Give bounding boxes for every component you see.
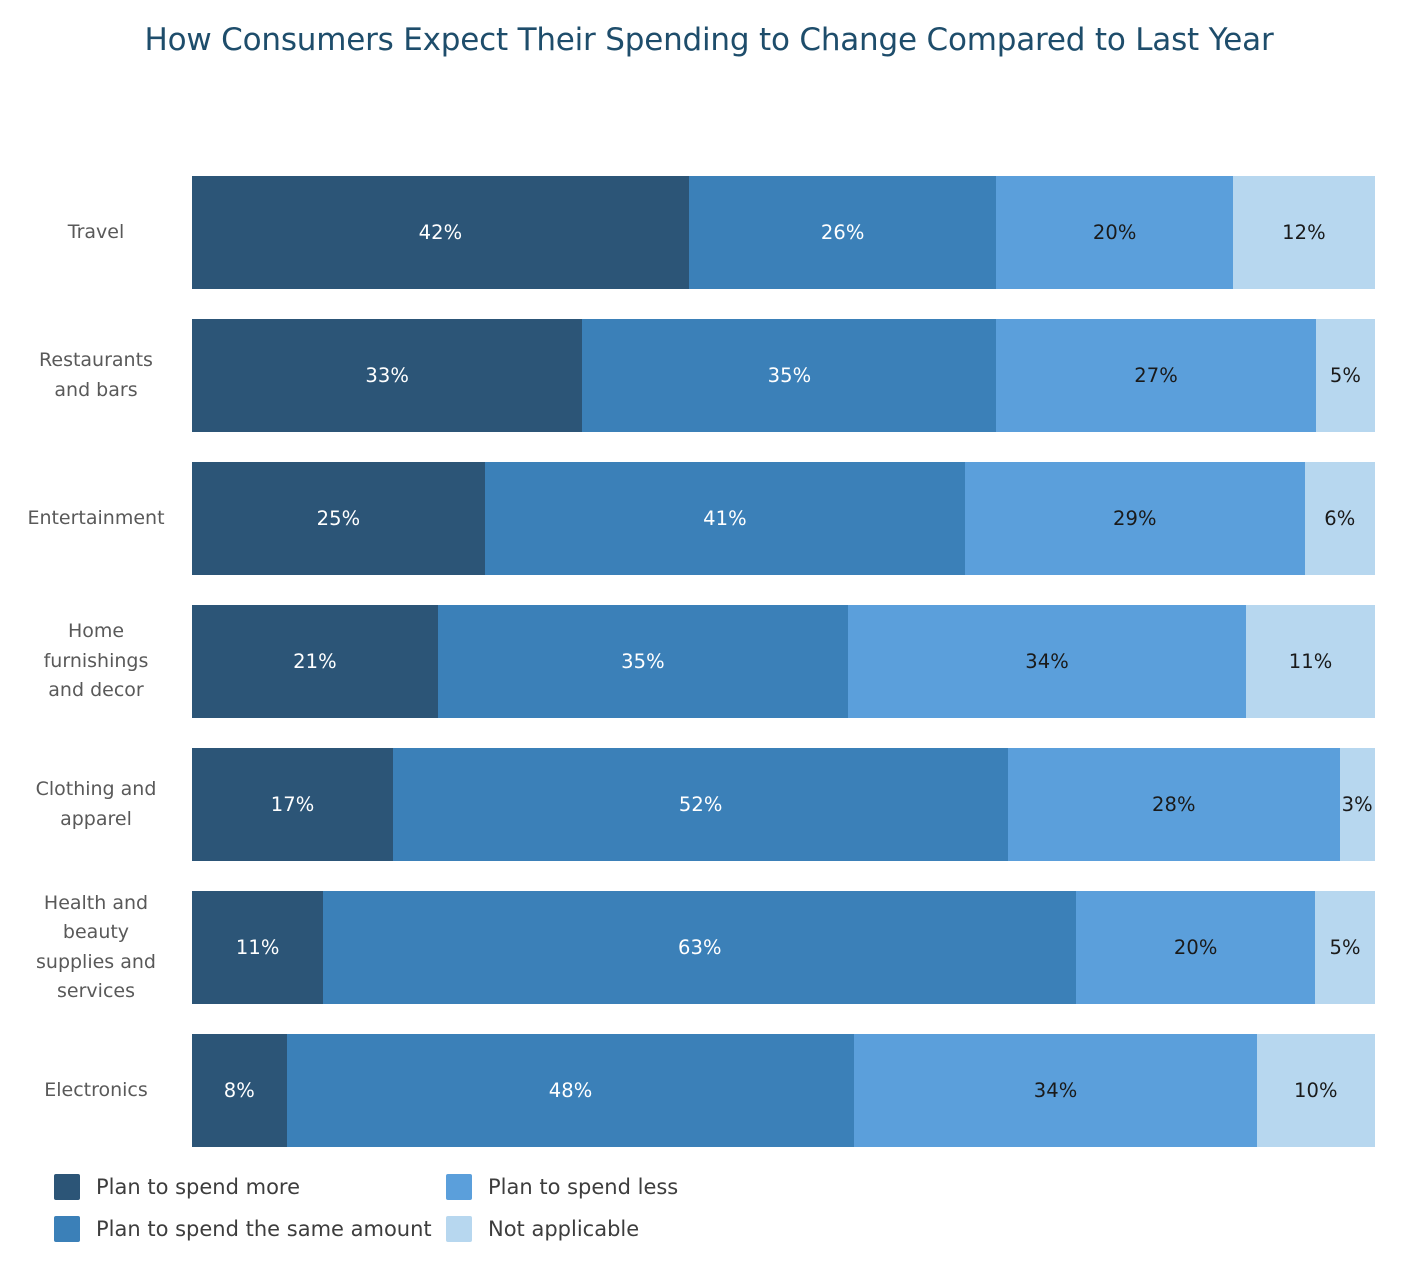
stacked-bar: 21% 35% 34% 11% (192, 605, 1375, 718)
bar-segment[interactable]: 52% (393, 748, 1009, 861)
legend-swatch-icon (54, 1216, 80, 1242)
bar-segment-value: 5% (1329, 936, 1361, 959)
bar-segment-value: 10% (1293, 1079, 1338, 1102)
bar-segment-value: 35% (621, 650, 665, 673)
legend-swatch-icon (446, 1216, 472, 1242)
legend-swatch-icon (446, 1174, 472, 1200)
bar-segment-value: 11% (1288, 650, 1333, 673)
bar-segment-value: 28% (1152, 793, 1196, 816)
bar-segment[interactable]: 10% (1256, 1034, 1375, 1147)
bar-segment-value: 52% (678, 793, 723, 816)
stacked-bar: 8% 48% 34% 10% (192, 1034, 1375, 1147)
bar-segment[interactable]: 41% (484, 462, 966, 575)
bar-segment[interactable]: 25% (192, 462, 485, 575)
bar-segment[interactable]: 12% (1233, 176, 1375, 289)
bar-segment[interactable]: 27% (996, 319, 1316, 432)
bar-segment-value: 17% (270, 793, 315, 816)
chart-row: Travel 42% 26% 20% 12% (0, 176, 1418, 289)
bar-segment[interactable]: 5% (1315, 319, 1375, 432)
stacked-bar: 33% 35% 27% 5% (192, 319, 1375, 432)
bar-segment-value: 33% (365, 364, 410, 387)
bar-segment-value: 34% (1025, 650, 1069, 673)
bar-segment[interactable]: 17% (192, 748, 394, 861)
bar-segment-value: 20% (1092, 221, 1137, 244)
bar-segment[interactable]: 3% (1339, 748, 1375, 861)
legend-item[interactable]: Plan to spend less (446, 1172, 678, 1202)
stacked-bar: 11% 63% 20% 5% (192, 891, 1375, 1004)
bar-segment-value: 25% (316, 507, 361, 530)
chart-legend: Plan to spend more Plan to spend the same… (54, 1166, 854, 1246)
bar-segment[interactable]: 8% (192, 1034, 287, 1147)
legend-label: Plan to spend the same amount (96, 1217, 432, 1241)
bar-segment[interactable]: 11% (1246, 605, 1375, 718)
bar-segment[interactable]: 35% (437, 605, 848, 718)
bar-segment-value: 63% (678, 936, 722, 959)
bar-segment[interactable]: 63% (323, 891, 1077, 1004)
bar-segment[interactable]: 26% (688, 176, 997, 289)
bar-segment-value: 8% (223, 1079, 255, 1102)
bar-segment[interactable]: 5% (1315, 891, 1375, 1004)
category-label: Travel (67, 220, 125, 243)
bar-segment[interactable]: 34% (847, 605, 1247, 718)
bar-segment-value: 27% (1134, 364, 1178, 387)
stacked-bar: 25% 41% 29% 6% (192, 462, 1375, 575)
bar-segment-value: 26% (820, 221, 865, 244)
category-label: Entertainment (27, 506, 165, 529)
bar-segment[interactable]: 20% (996, 176, 1234, 289)
legend-label: Plan to spend more (96, 1175, 301, 1199)
chart-row: Home furnishings and decor 21% 35% 34% 11% (0, 605, 1418, 718)
chart-row: Restaurants and bars 33% 35% 27% 5% (0, 319, 1418, 432)
bar-segment-value: 11% (235, 936, 280, 959)
chart-row: Health and beauty supplies and services 11% 6… (0, 891, 1418, 1004)
category-label: Clothing and apparel (35, 778, 157, 830)
category-label: Electronics (44, 1078, 148, 1101)
bar-segment[interactable]: 20% (1076, 891, 1316, 1004)
category-label: Home furnishings and decor (43, 620, 149, 702)
bar-segment[interactable]: 21% (192, 605, 438, 718)
bar-segment-value: 5% (1329, 364, 1361, 387)
bar-segment-value: 3% (1341, 793, 1373, 816)
chart-row: Entertainment 25% 41% 29% 6% (0, 462, 1418, 575)
chart-page: How Consumers Expect Their Spending to C… (0, 0, 1418, 1264)
legend-label: Plan to spend less (488, 1175, 679, 1199)
bar-segment-value: 12% (1282, 221, 1326, 244)
category-label: Health and beauty supplies and services (36, 891, 156, 1002)
chart-row: Clothing and apparel 17% 52% 28% 3% (0, 748, 1418, 861)
bar-segment-value: 29% (1113, 507, 1157, 530)
bar-segment-value: 48% (548, 1079, 593, 1102)
category-label: Restaurants and bars (39, 349, 153, 401)
bar-segment[interactable]: 48% (286, 1034, 855, 1147)
bar-segment[interactable]: 34% (854, 1034, 1257, 1147)
stacked-bar: 42% 26% 20% 12% (192, 176, 1375, 289)
legend-item[interactable]: Plan to spend the same amount (54, 1214, 432, 1244)
bar-segment[interactable]: 33% (192, 319, 583, 432)
legend-label: Not applicable (488, 1217, 640, 1241)
bar-segment[interactable]: 29% (965, 462, 1305, 575)
bar-segment-value: 35% (767, 364, 812, 387)
bar-segment[interactable]: 35% (582, 319, 997, 432)
bar-segment[interactable]: 11% (192, 891, 324, 1004)
legend-swatch-icon (54, 1174, 80, 1200)
bar-segment-value: 34% (1033, 1079, 1078, 1102)
chart-plot-area: Travel 42% 26% 20% 12% Restaurants and bars 33%… (0, 0, 1418, 1150)
legend-item[interactable]: Plan to spend more (54, 1172, 300, 1202)
stacked-bar: 17% 52% 28% 3% (192, 748, 1375, 861)
bar-segment-value: 6% (1324, 507, 1356, 530)
bar-segment-value: 21% (293, 650, 337, 673)
bar-segment-value: 20% (1173, 936, 1218, 959)
bar-segment-value: 42% (418, 221, 463, 244)
bar-segment[interactable]: 42% (192, 176, 689, 289)
bar-segment[interactable]: 28% (1008, 748, 1340, 861)
legend-item[interactable]: Not applicable (446, 1214, 639, 1244)
bar-segment-value: 41% (703, 507, 747, 530)
bar-segment[interactable]: 6% (1304, 462, 1375, 575)
chart-row: Electronics 8% 48% 34% 10% (0, 1034, 1418, 1147)
